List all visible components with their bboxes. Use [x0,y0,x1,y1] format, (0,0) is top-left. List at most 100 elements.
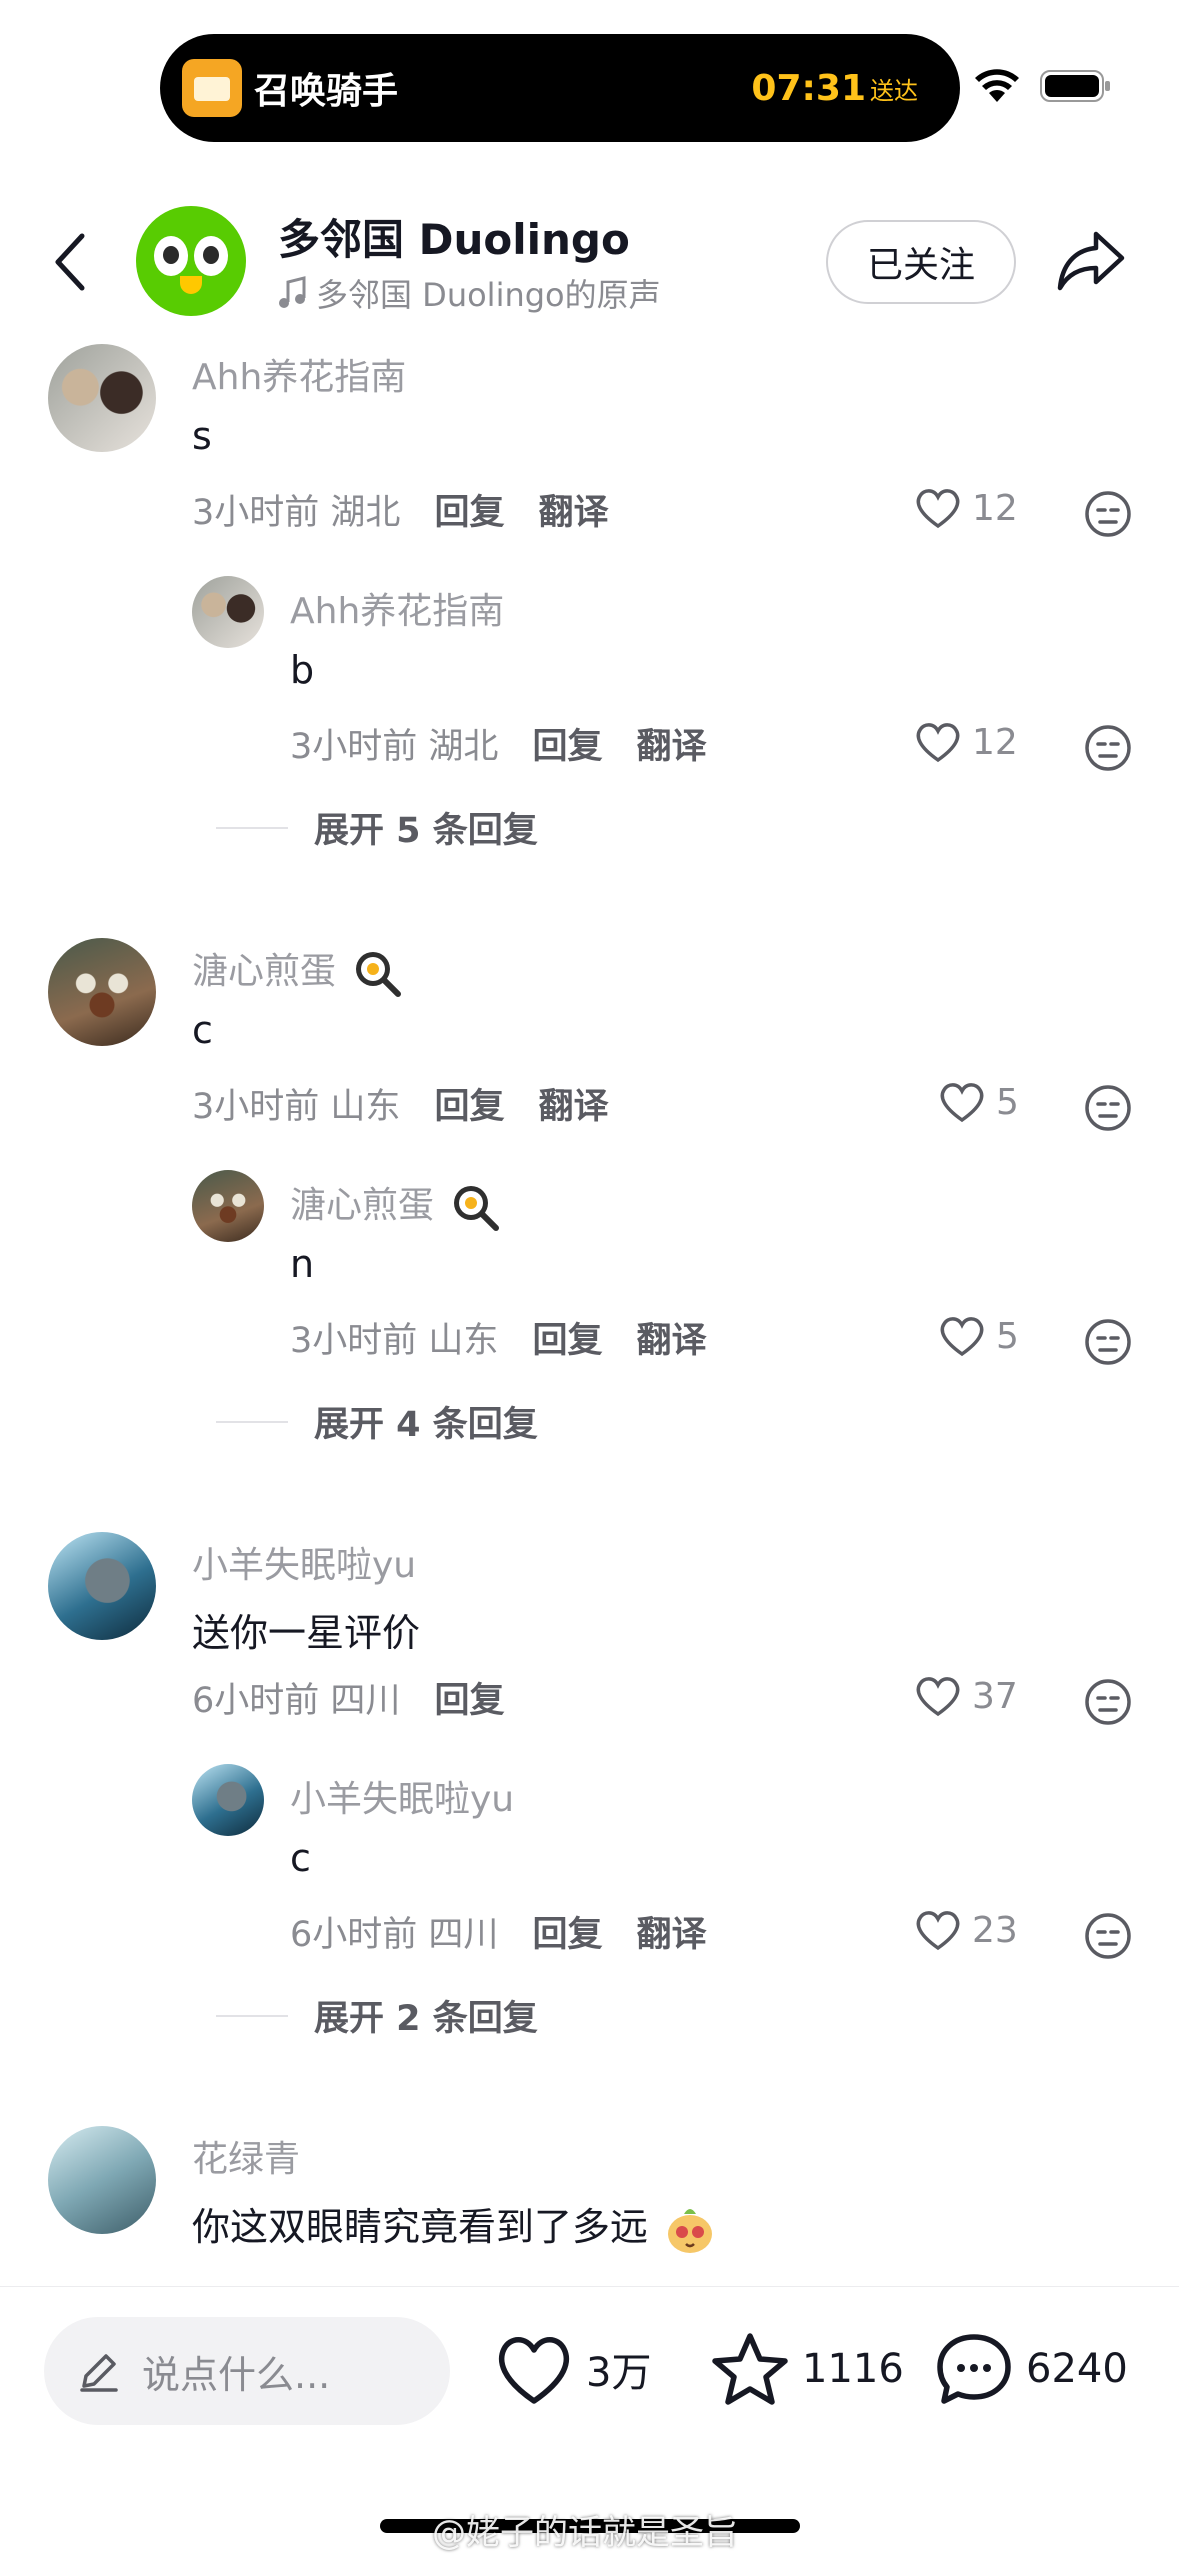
comment-count: 6240 [1026,2346,1128,2392]
back-button[interactable] [50,230,90,294]
comment-time: 6小时前 [192,1681,320,1721]
comment-username[interactable]: 小羊失眠啦yu [192,1536,416,1588]
comments-button[interactable]: 6240 [934,2331,1128,2407]
reply-username[interactable]: Ahh养花指南 [290,582,504,634]
reply-button[interactable]: 回复 [532,1312,602,1363]
comment-location: 湖北 [330,493,401,533]
expand-replies-label: 展开 2 条回复 [314,1999,538,2039]
like-count: 37 [972,1675,1018,1717]
favorite-button[interactable]: 1116 [710,2331,904,2407]
reply-meta: 3小时前 湖北 回复 翻译 [290,718,706,769]
video-header: 多邻国 Duolingo 多邻国 Duolingo的原声 已关注 [0,190,1179,330]
comment-username[interactable]: Ahh养花指南 [192,348,406,400]
like-count: 5 [996,1315,1019,1357]
expand-replies-label: 展开 5 条回复 [314,811,538,851]
frying-pan-egg-icon [356,952,402,997]
divider [216,1420,288,1423]
dislike-face-icon[interactable] [1084,490,1132,538]
translate-button[interactable]: 翻译 [636,1312,706,1363]
live-activity-status: 送达 [870,76,918,105]
reply-username[interactable]: 小羊失眠啦yu [290,1770,514,1822]
comment-input-placeholder: 说点什么... [142,2352,331,2397]
translate-button[interactable]: 翻译 [538,1078,608,1129]
like-button[interactable]: 12 [914,720,1018,764]
dislike-face-icon[interactable] [1084,1318,1132,1366]
reply-button[interactable]: 回复 [532,718,602,769]
like-button[interactable]: 12 [914,486,1018,530]
reply-username: 溏心煎蛋 [290,1185,435,1226]
battery-icon [1040,70,1110,102]
comment-meta: 3小时前 湖北 回复 翻译 [192,484,608,535]
like-button[interactable]: 23 [914,1908,1018,1952]
original-sound[interactable]: 多邻国 Duolingo的原声 [278,270,661,316]
reply-button[interactable]: 回复 [434,484,504,535]
like-count: 5 [996,1081,1019,1123]
reply-meta: 3小时前 山东 回复 翻译 [290,1312,706,1363]
avatar[interactable] [48,1532,156,1640]
expand-replies-button[interactable]: 展开 5 条回复 [216,802,538,853]
comment-username[interactable]: 花绿青 [192,2130,300,2182]
translate-button[interactable]: 翻译 [636,718,706,769]
like-button[interactable]: 5 [938,1314,1019,1358]
avatar[interactable] [192,576,264,648]
owl-beak [180,276,202,294]
reply-meta: 6小时前 四川 回复 翻译 [290,1906,706,1957]
heart-icon [916,723,960,763]
like-count: 12 [972,487,1018,529]
live-activity-time: 07:31 [751,67,866,109]
dislike-face-icon[interactable] [1084,1912,1132,1960]
star-icon [712,2333,788,2405]
music-note-icon [279,276,306,308]
avatar[interactable] [192,1764,264,1836]
reply-time: 3小时前 [290,1321,418,1361]
comment-meta: 3小时前 山东 回复 翻译 [192,1078,608,1129]
share-icon[interactable] [1056,226,1128,294]
app-icon [182,59,242,117]
follow-button[interactable]: 已关注 [826,220,1016,304]
author-avatar[interactable] [136,206,246,316]
dislike-face-icon[interactable] [1084,1678,1132,1726]
reply-button[interactable]: 回复 [532,1906,602,1957]
avatar[interactable] [192,1170,264,1242]
original-sound-label: 多邻国 Duolingo的原声 [316,276,661,314]
like-count: 23 [972,1909,1018,1951]
comment-time: 3小时前 [192,1087,320,1127]
divider [216,2014,288,2017]
like-button[interactable]: 37 [914,1674,1018,1718]
like-button[interactable]: 5 [938,1080,1019,1124]
comment-item: 花绿青 你这双眼睛究竟看到了多远 [0,2122,1179,2286]
reply-username-row[interactable]: 溏心煎蛋 [290,1176,500,1231]
like-video-button[interactable]: 3万 [494,2331,651,2407]
divider [216,826,288,829]
expand-replies-label: 展开 4 条回复 [314,1405,538,1445]
reply-button[interactable]: 回复 [434,1078,504,1129]
owl-eye-right [194,236,228,276]
expand-replies-button[interactable]: 展开 2 条回复 [216,1990,538,2041]
translate-button[interactable]: 翻译 [636,1906,706,1957]
comment-text-row: 你这双眼睛究竟看到了多远 [192,2196,716,2256]
comment-location: 四川 [330,1681,401,1721]
wifi-icon [975,69,1019,102]
reply-time: 6小时前 [290,1915,418,1955]
frying-pan-egg-icon [454,1186,500,1231]
comment-username: 溏心煎蛋 [192,951,337,992]
author-name[interactable]: 多邻国 Duolingo [278,206,630,267]
dislike-face-icon[interactable] [1084,724,1132,772]
reply-button[interactable]: 回复 [434,1672,504,1723]
comment-text: 送你一星评价 [192,1611,421,1655]
heart-icon [940,1317,984,1357]
avatar[interactable] [48,938,156,1046]
reply-location: 湖北 [428,727,499,767]
expand-replies-button[interactable]: 展开 4 条回复 [216,1396,538,1447]
favorite-count: 1116 [802,2346,904,2392]
dynamic-island[interactable]: 召唤骑手 07:31 送达 [160,34,960,142]
translate-button[interactable]: 翻译 [538,484,608,535]
comment-username-row[interactable]: 溏心煎蛋 [192,942,402,997]
comment-input[interactable]: 说点什么... [44,2317,450,2425]
avatar[interactable] [48,2126,156,2234]
comment-text: 你这双眼睛究竟看到了多远 [192,2205,649,2249]
like-count: 12 [972,721,1018,763]
dislike-face-icon[interactable] [1084,1084,1132,1132]
comment-text: c [192,1008,213,1052]
avatar[interactable] [48,344,156,452]
